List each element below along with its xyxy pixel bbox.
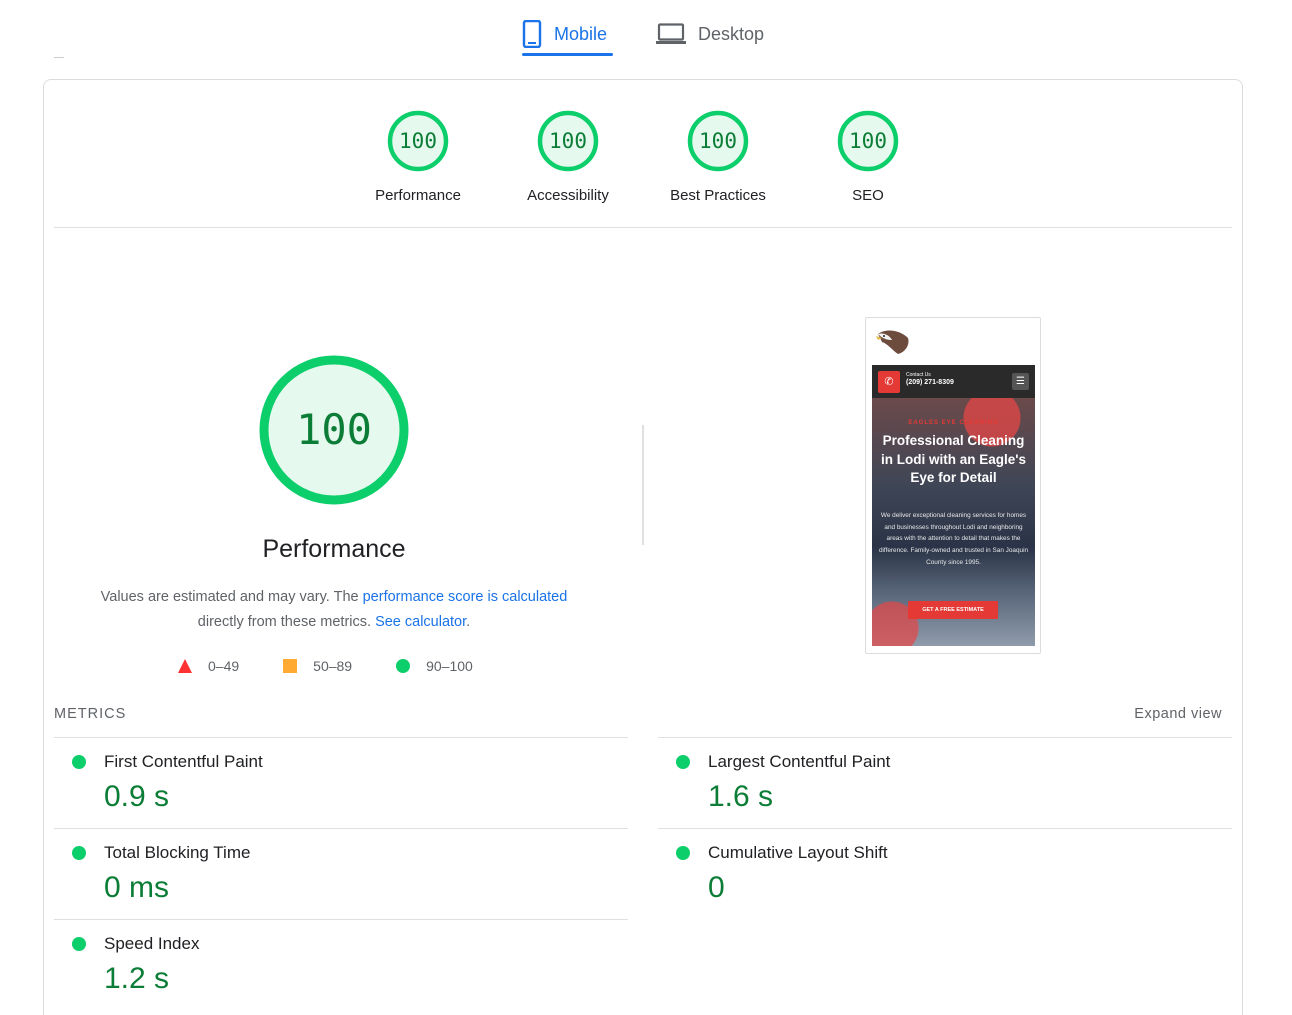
metrics-heading: METRICS xyxy=(54,706,127,722)
metric-value: 0 xyxy=(708,871,725,904)
metric-name: Speed Index xyxy=(104,934,200,953)
report-card: 100 Performance 100 Accessibility 100 Be… xyxy=(43,79,1243,1015)
score-calculated-link[interactable]: performance score is calculated xyxy=(363,589,568,605)
metric-name: Cumulative Layout Shift xyxy=(708,843,888,862)
legend-label: 0–49 xyxy=(208,658,240,674)
legend-fail: 0–49 xyxy=(178,658,239,674)
gauge-score: 100 xyxy=(399,129,437,153)
hero-body: We deliver exceptional cleaning services… xyxy=(878,512,1029,566)
circle-icon xyxy=(396,659,411,673)
site-header-bar: ✆ Contact Us (209) 271-8309 ☰ xyxy=(872,365,1035,398)
metric-cumulative-layout-shift: Cumulative Layout Shift 0 xyxy=(658,829,1218,919)
expand-view-button[interactable]: Expand view xyxy=(1134,706,1222,722)
gauge-ring: 100 xyxy=(537,110,599,172)
phone-call-icon: ✆ xyxy=(878,371,900,393)
gauge-label: SEO xyxy=(852,187,884,204)
score-legend: 0–49 50–89 90–100 xyxy=(178,658,517,674)
hero-cta-button: GET A FREE ESTIMATE xyxy=(908,601,998,619)
contact-phone: (209) 271-8309 xyxy=(906,379,954,386)
metric-name: Largest Contentful Paint xyxy=(708,752,891,771)
gauge-ring: 100 xyxy=(837,110,899,172)
pass-circle-icon xyxy=(72,755,86,769)
legend-average: 50–89 xyxy=(283,658,352,674)
gauge-label: Accessibility xyxy=(527,187,609,204)
laptop-icon xyxy=(656,23,686,45)
triangle-icon xyxy=(178,659,192,673)
metric-largest-contentful-paint: Largest Contentful Paint 1.6 s xyxy=(658,738,1218,828)
hamburger-menu-icon: ☰ xyxy=(1012,373,1029,390)
gauge-score: 100 xyxy=(849,129,887,153)
metric-value: 1.6 s xyxy=(708,780,774,813)
performance-description: Values are estimated and may vary. The p… xyxy=(74,585,594,635)
desc-text: directly from these metrics. xyxy=(197,614,376,630)
performance-score: 100 xyxy=(296,405,372,454)
gauge-ring: 100 xyxy=(687,110,749,172)
legend-label: 50–89 xyxy=(313,658,353,674)
tab-mobile[interactable]: Mobile xyxy=(522,10,607,58)
site-hero: EAGLES EYE CLEANING Professional Cleanin… xyxy=(872,398,1035,646)
section-divider xyxy=(54,227,1232,228)
tab-desktop[interactable]: Desktop xyxy=(656,10,764,58)
gauge-best-practices[interactable]: 100 Best Practices xyxy=(658,110,778,204)
pass-circle-icon xyxy=(676,755,690,769)
desc-text: . xyxy=(466,614,471,630)
metric-name: Total Blocking Time xyxy=(104,843,251,862)
device-tabs: Mobile Desktop xyxy=(0,0,1292,60)
divider xyxy=(54,57,64,58)
final-screenshot[interactable]: ✆ Contact Us (209) 271-8309 ☰ EAGLES EYE… xyxy=(865,317,1041,654)
contact-block: Contact Us (209) 271-8309 xyxy=(906,372,954,388)
category-gauges: 100 Performance 100 Accessibility 100 Be… xyxy=(44,110,1242,220)
gauge-performance[interactable]: 100 Performance xyxy=(358,110,478,204)
gauge-ring: 100 xyxy=(387,110,449,172)
desc-text: Values are estimated and may vary. The xyxy=(100,589,363,605)
gauge-score: 100 xyxy=(699,129,737,153)
phone-icon xyxy=(522,20,542,48)
gauge-label: Performance xyxy=(375,187,461,204)
eagle-logo-icon xyxy=(874,328,914,358)
metric-value: 1.2 s xyxy=(104,962,170,995)
vertical-divider xyxy=(642,425,644,545)
gauge-score: 100 xyxy=(549,129,587,153)
metric-total-blocking-time: Total Blocking Time 0 ms xyxy=(54,829,614,919)
square-icon xyxy=(283,659,298,673)
tab-desktop-label: Desktop xyxy=(698,23,765,44)
pass-circle-icon xyxy=(72,846,86,860)
pass-circle-icon xyxy=(676,846,690,860)
legend-label: 90–100 xyxy=(426,658,473,674)
metric-value: 0 ms xyxy=(104,871,170,904)
pass-circle-icon xyxy=(72,937,86,951)
gauge-seo[interactable]: 100 SEO xyxy=(808,110,928,204)
metric-first-contentful-paint: First Contentful Paint 0.9 s xyxy=(54,738,614,828)
hero-headline: Professional Cleaning in Lodi with an Ea… xyxy=(881,433,1026,485)
performance-title: Performance xyxy=(262,535,406,563)
metric-value: 0.9 s xyxy=(104,780,170,813)
hero-kicker: EAGLES EYE CLEANING xyxy=(908,420,999,426)
gauge-label: Best Practices xyxy=(670,187,766,204)
metric-speed-index: Speed Index 1.2 s xyxy=(54,920,614,1010)
legend-pass: 90–100 xyxy=(396,658,473,674)
gauge-accessibility[interactable]: 100 Accessibility xyxy=(508,110,628,204)
see-calculator-link[interactable]: See calculator xyxy=(375,614,466,630)
tab-mobile-label: Mobile xyxy=(554,23,608,44)
metric-name: First Contentful Paint xyxy=(104,752,263,771)
selected-tab-indicator xyxy=(522,53,613,56)
performance-gauge-large: 100 xyxy=(258,354,410,506)
